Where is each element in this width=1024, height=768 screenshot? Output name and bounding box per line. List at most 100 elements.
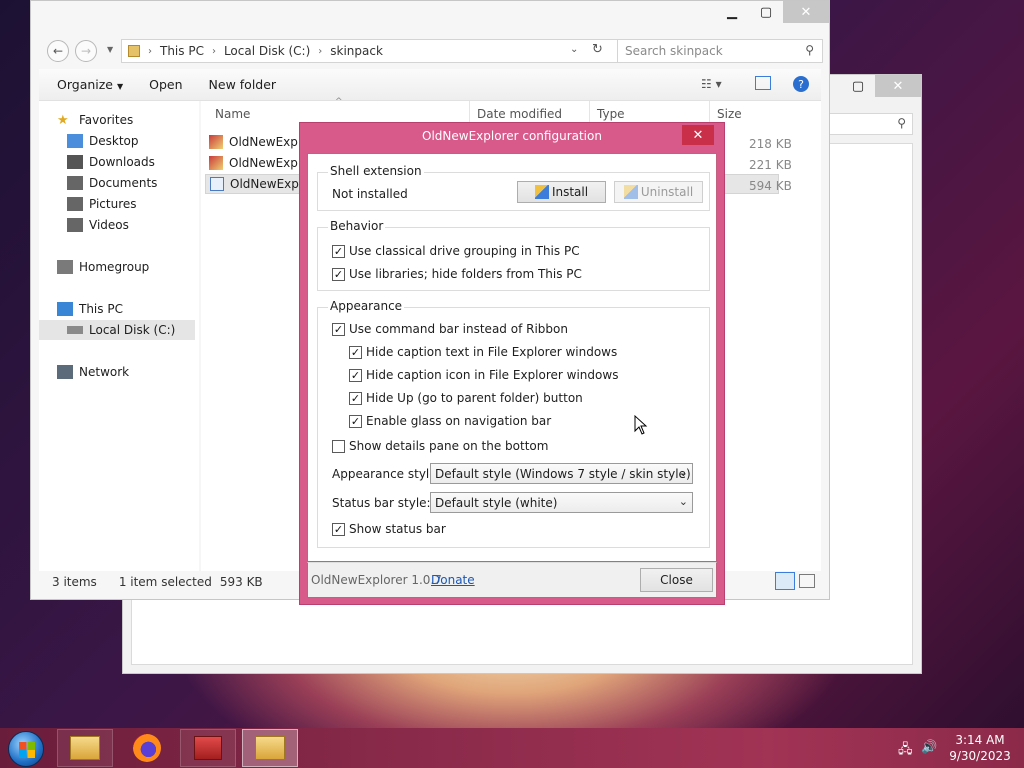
hide-caption-icon-checkbox[interactable]: ✓ Hide caption icon in File Explorer win… (349, 368, 618, 382)
network-icon (57, 365, 73, 379)
shell-extension-label: Shell extension (328, 164, 424, 178)
column-name[interactable]: Name (215, 107, 250, 121)
help-icon[interactable]: ? (793, 76, 809, 92)
install-button[interactable]: Install (517, 181, 606, 203)
nav-desktop-label: Desktop (89, 134, 139, 148)
breadcrumb-this-pc[interactable]: This PC (160, 44, 204, 58)
minimize-icon[interactable]: ▁ (715, 1, 749, 23)
nav-this-pc-label: This PC (79, 302, 123, 316)
nav-downloads[interactable]: Downloads (67, 152, 155, 172)
details-view-icon[interactable] (775, 572, 795, 590)
application-icon (209, 135, 223, 149)
checkbox-label: Show details pane on the bottom (349, 439, 549, 453)
breadcrumb-local-disk[interactable]: Local Disk (C:) (224, 44, 310, 58)
checkmark-icon: ✓ (349, 345, 362, 359)
view-options-icon[interactable]: ☷ ▾ (701, 77, 722, 91)
column-divider (469, 101, 470, 123)
appearance-group: Appearance ✓ Use command bar instead of … (317, 299, 710, 548)
shield-icon (623, 185, 638, 199)
mouse-cursor-icon (634, 415, 648, 435)
appearance-style-value: Default style (Windows 7 style / skin st… (435, 466, 691, 481)
nav-this-pc[interactable]: This PC (57, 299, 123, 319)
appearance-style-label: Appearance style: (332, 467, 441, 481)
forward-arrow-icon[interactable]: → (75, 40, 97, 62)
network-icon[interactable]: 🖧 (898, 740, 913, 762)
file-row[interactable]: OldNewExpl (209, 153, 301, 173)
nav-favorites[interactable]: ★ Favorites (57, 110, 133, 130)
classical-drive-grouping-checkbox[interactable]: ✓ Use classical drive grouping in This P… (332, 244, 580, 258)
show-details-pane-checkbox[interactable]: Show details pane on the bottom (332, 439, 548, 453)
taskbar-file-explorer[interactable] (57, 729, 113, 767)
appearance-label: Appearance (328, 299, 405, 313)
checkbox-label: Hide Up (go to parent folder) button (366, 391, 583, 405)
organize-button[interactable]: Organize ▼ (57, 77, 123, 92)
new-folder-button[interactable]: New folder (209, 77, 277, 92)
file-row[interactable]: OldNewExpl (209, 132, 301, 152)
status-selection: 1 item selected (118, 575, 212, 589)
use-command-bar-checkbox[interactable]: ✓ Use command bar instead of Ribbon (332, 322, 568, 336)
column-size[interactable]: Size (717, 107, 742, 121)
close-button-label: Close (660, 573, 693, 587)
open-button[interactable]: Open (149, 77, 182, 92)
file-name: OldNewExpl (230, 177, 303, 191)
windows-logo-icon (19, 742, 35, 758)
status-bar-style-label: Status bar style: (332, 496, 431, 510)
preview-pane-icon[interactable] (755, 76, 771, 90)
donate-link[interactable]: Donate (431, 573, 475, 587)
show-status-bar-checkbox[interactable]: ✓ Show status bar (332, 522, 446, 536)
hide-up-button-checkbox[interactable]: ✓ Hide Up (go to parent folder) button (349, 391, 583, 405)
column-date-modified[interactable]: Date modified (477, 107, 562, 121)
column-type[interactable]: Type (597, 107, 625, 121)
close-icon[interactable]: ✕ (783, 1, 829, 23)
nav-videos-label: Videos (89, 218, 129, 232)
uninstall-button[interactable]: Uninstall (614, 181, 703, 203)
large-icons-view-icon[interactable] (799, 574, 815, 588)
clock[interactable]: 3:14 AM 9/30/2023 (948, 732, 1012, 764)
taskbar-oldnewexplorer-config[interactable] (242, 729, 298, 767)
dialog-title: OldNewExplorer configuration (422, 129, 602, 143)
refresh-icon[interactable]: ↻ (592, 42, 603, 57)
nav-network[interactable]: Network (57, 362, 129, 382)
file-explorer-icon (70, 736, 100, 760)
recent-locations-icon[interactable]: ▼ (107, 45, 113, 54)
config-folder-icon (255, 736, 285, 760)
back-arrow-icon[interactable]: ← (47, 40, 69, 62)
breadcrumb-skinpack[interactable]: skinpack (330, 44, 383, 58)
checkbox-label: Hide caption text in File Explorer windo… (366, 345, 618, 359)
checkbox-label: Enable glass on navigation bar (366, 414, 552, 428)
close-button[interactable]: Close (640, 568, 713, 592)
behavior-label: Behavior (328, 219, 386, 233)
nav-homegroup[interactable]: Homegroup (57, 257, 149, 277)
address-dropdown-icon[interactable]: ⌄ (570, 44, 578, 55)
address-bar[interactable]: › This PC › Local Disk (C:) › skinpack ⌄… (121, 39, 649, 63)
maximize-icon[interactable]: ▢ (841, 75, 875, 97)
start-button[interactable] (8, 731, 44, 767)
nav-documents[interactable]: Documents (67, 173, 157, 193)
nav-pictures[interactable]: Pictures (67, 194, 137, 214)
nav-desktop[interactable]: Desktop (67, 131, 139, 151)
taskbar-toolbox[interactable] (180, 729, 236, 767)
checkbox-label: Use classical drive grouping in This PC (349, 244, 580, 258)
close-icon[interactable]: ✕ (682, 125, 714, 145)
chevron-right-icon: › (211, 45, 216, 57)
shield-icon (534, 185, 549, 199)
nav-local-disk[interactable]: Local Disk (C:) (39, 320, 195, 340)
nav-videos[interactable]: Videos (67, 215, 129, 235)
volume-icon[interactable]: 🔊 (921, 740, 937, 755)
dialog-body: Shell extension Not installed Install Un… (307, 153, 717, 562)
appearance-style-select[interactable]: Default style (Windows 7 style / skin st… (430, 463, 693, 484)
star-icon: ★ (57, 113, 69, 128)
taskbar: 🖧 🔊 3:14 AM 9/30/2023 (0, 728, 1024, 768)
documents-icon (67, 176, 83, 190)
taskbar-firefox[interactable] (119, 729, 175, 767)
nav-homegroup-label: Homegroup (79, 260, 150, 274)
search-input[interactable]: Search skinpack ⚲ (617, 39, 823, 63)
chevron-down-icon: ⌄ (678, 466, 688, 479)
status-bar-style-select[interactable]: Default style (white) ⌄ (430, 492, 693, 513)
enable-glass-checkbox[interactable]: ✓ Enable glass on navigation bar (349, 414, 551, 428)
use-libraries-checkbox[interactable]: ✓ Use libraries; hide folders from This … (332, 267, 582, 281)
hide-caption-text-checkbox[interactable]: ✓ Hide caption text in File Explorer win… (349, 345, 617, 359)
maximize-icon[interactable]: ▢ (749, 1, 783, 23)
chevron-down-icon: ▼ (116, 82, 124, 91)
close-icon[interactable]: ✕ (875, 75, 921, 97)
